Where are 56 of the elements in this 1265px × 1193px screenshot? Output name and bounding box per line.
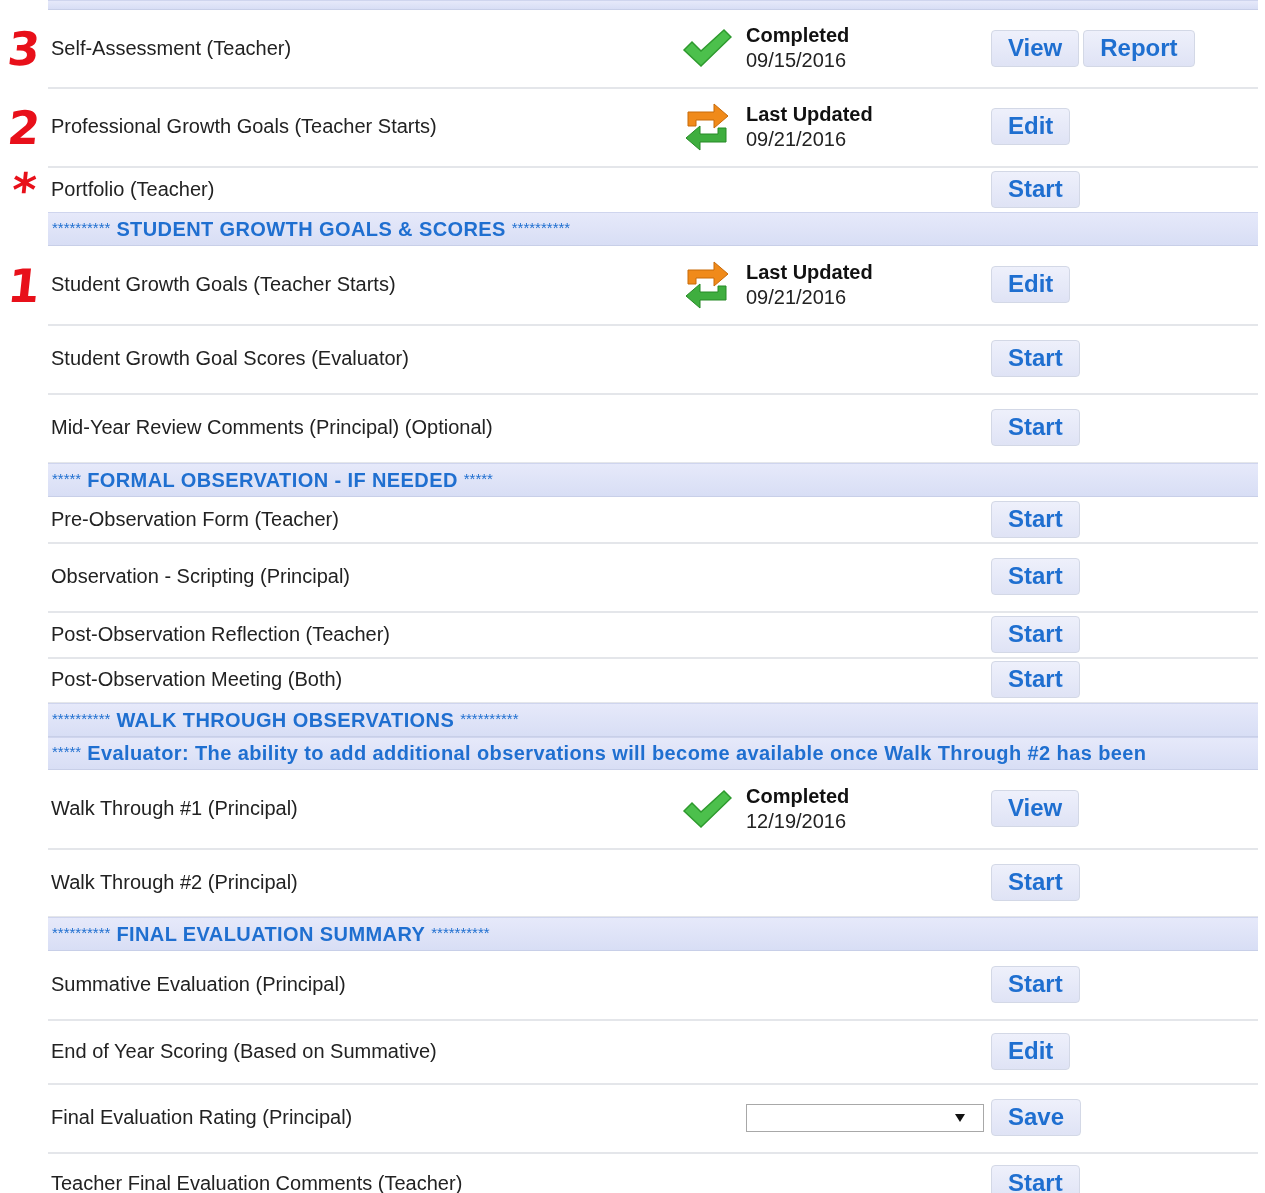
status-label: Last Updated <box>746 101 874 127</box>
section-title: $^{**********}$ STUDENT GROWTH GOALS & SCORES $^{**********}$ <box>52 217 571 241</box>
task-name: Student Growth Goals (Teacher Starts) <box>50 273 397 296</box>
task-name: Summative Evaluation (Principal) <box>50 973 347 996</box>
handwritten-mark: 3 <box>5 26 43 72</box>
task-name: Student Growth Goal Scores (Evaluator) <box>50 347 410 370</box>
action-button[interactable]: Start <box>991 966 1080 1003</box>
task-name: Teacher Final Evaluation Comments (Teacher) <box>50 1171 464 1193</box>
dropdown-arrow-icon <box>955 1113 965 1122</box>
status-label: Completed <box>746 783 851 809</box>
section-title: $^{*****}$ Evaluator: The ability to add additional observations will become available once Walk Through #2 has been <box>52 742 1148 765</box>
task-name: Observation - Scripting (Principal) <box>50 565 351 588</box>
task-name: Portfolio (Teacher) <box>50 177 216 201</box>
action-button[interactable]: Edit <box>991 108 1071 145</box>
action-button[interactable]: View <box>991 790 1080 827</box>
check-icon <box>682 788 732 829</box>
action-button[interactable]: Start <box>991 863 1080 901</box>
task-name: End of Year Scoring (Based on Summative) <box>50 1039 438 1063</box>
action-button[interactable]: Start <box>991 615 1080 653</box>
task-name: Walk Through #1 (Principal) <box>50 797 299 820</box>
section-title: $^{**********}$ FINAL EVALUATION SUMMARY $^{**********}$ <box>52 922 490 946</box>
rating-select[interactable] <box>746 1103 984 1132</box>
status-label: Last Updated <box>746 259 874 285</box>
task-name: Pre-Observation Form (Teacher) <box>50 507 340 531</box>
action-button[interactable]: Edit <box>991 1032 1071 1070</box>
task-name: Self-Assessment (Teacher) <box>50 36 293 60</box>
section-title: $^{**********}$ WALK THROUGH OBSERVATIONS $^{**********}$ <box>52 708 519 732</box>
handwritten-mark: * <box>9 167 39 213</box>
status-date: 09/21/2016 <box>746 126 848 152</box>
action-button[interactable]: Start <box>991 409 1080 446</box>
action-button[interactable]: Save <box>991 1099 1082 1136</box>
swap-arrows-icon <box>684 101 730 152</box>
check-icon <box>682 28 732 68</box>
status-label: Completed <box>746 23 851 48</box>
task-name: Final Evaluation Rating (Principal) <box>50 1106 354 1129</box>
task-name: Post-Observation Meeting (Both) <box>50 668 344 691</box>
action-button[interactable]: Start <box>991 500 1080 538</box>
status-date: 12/19/2016 <box>746 808 848 834</box>
action-button[interactable]: Report <box>1083 29 1195 67</box>
action-button[interactable]: Start <box>991 558 1080 595</box>
status-date: 09/21/2016 <box>746 284 848 310</box>
task-name: Professional Growth Goals (Teacher Starts) <box>50 115 438 138</box>
action-button[interactable]: Start <box>991 340 1080 377</box>
action-button[interactable]: Start <box>991 170 1080 208</box>
action-button[interactable]: Start <box>991 1164 1080 1193</box>
action-button[interactable]: Start <box>991 661 1080 698</box>
handwritten-mark: 1 <box>5 262 43 309</box>
handwritten-mark: 2 <box>5 104 43 151</box>
task-name: Walk Through #2 (Principal) <box>50 870 299 894</box>
swap-arrows-icon <box>684 259 730 310</box>
task-name: Post-Observation Reflection (Teacher) <box>50 622 392 646</box>
task-name: Mid-Year Review Comments (Principal) (Optional) <box>50 416 494 439</box>
action-button[interactable]: Edit <box>991 266 1071 303</box>
status-date: 09/15/2016 <box>746 48 848 73</box>
action-button[interactable]: View <box>991 29 1080 67</box>
section-title: $^{*****}$ FORMAL OBSERVATION - IF NEEDED $^{*****}$ <box>52 468 493 492</box>
